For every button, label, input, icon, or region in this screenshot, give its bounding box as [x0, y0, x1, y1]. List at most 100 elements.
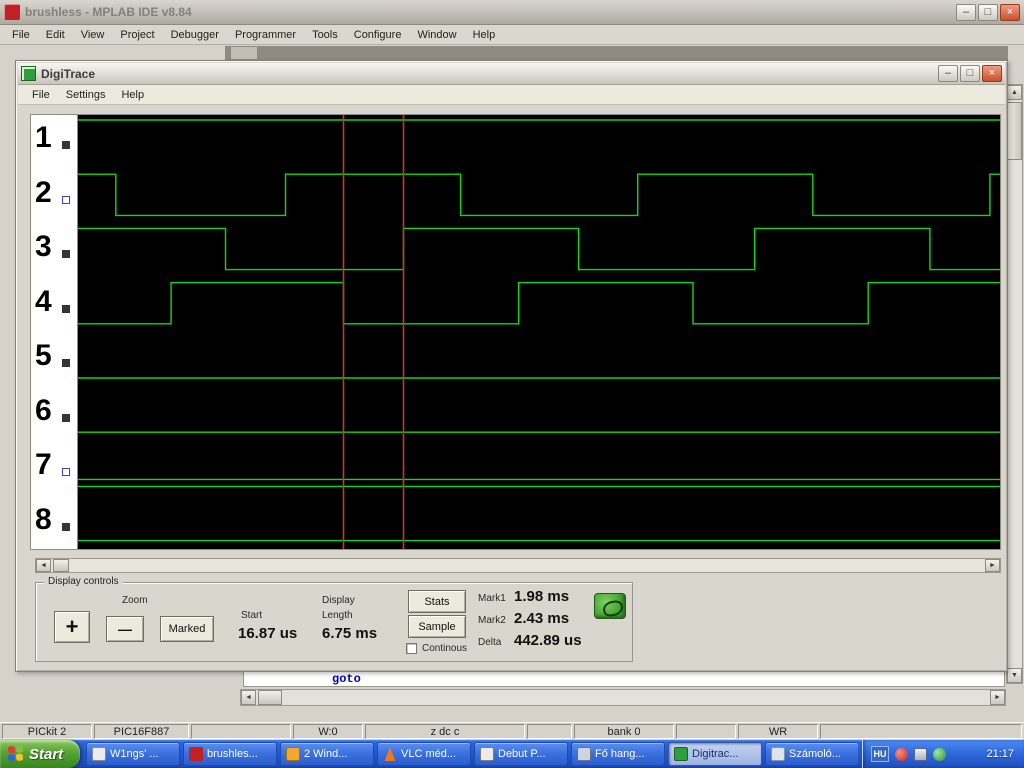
- channel-marker-3[interactable]: [62, 250, 70, 258]
- zoom-out-button[interactable]: —: [106, 616, 144, 642]
- green-status-icon[interactable]: [933, 747, 946, 761]
- channel-marker-8[interactable]: [62, 522, 70, 531]
- taskbar-button-mplab[interactable]: brushles...: [183, 742, 277, 766]
- stats-button[interactable]: Stats: [408, 590, 466, 613]
- mplab-status-bar: PICkit 2 PIC16F887 W:0 z dc c bank 0 WR: [0, 722, 1024, 740]
- debut-icon: [480, 747, 494, 761]
- marked-button[interactable]: Marked: [160, 616, 214, 642]
- trace-scroll-thumb[interactable]: [53, 559, 69, 572]
- zoom-in-button[interactable]: +: [54, 611, 90, 643]
- continous-checkbox[interactable]: [406, 643, 417, 654]
- mplab-menu-programmer[interactable]: Programmer: [227, 27, 304, 43]
- scroll-right-icon[interactable]: ►: [990, 690, 1005, 705]
- scroll-down-icon[interactable]: ▼: [1007, 668, 1022, 683]
- scroll-up-icon[interactable]: ▲: [1007, 85, 1022, 100]
- taskbar-button-calculator[interactable]: Számoló...: [765, 742, 858, 766]
- digitrace-close-button[interactable]: ×: [982, 65, 1002, 82]
- channel-marker-4[interactable]: [62, 304, 70, 313]
- digitrace-menu-settings[interactable]: Settings: [58, 87, 114, 103]
- language-indicator[interactable]: HU: [871, 746, 889, 762]
- editor-horizontal-scrollbar[interactable]: ◄ ►: [240, 689, 1006, 706]
- vlc-cone-icon: [384, 747, 396, 761]
- mplab-menu-window[interactable]: Window: [409, 27, 464, 43]
- taskbar-button-digitrace[interactable]: Digitrac...: [668, 742, 762, 766]
- channel-row-3: 3: [31, 224, 77, 279]
- continous-label: Continous: [422, 643, 468, 654]
- start-label: Start: [241, 610, 263, 621]
- trace-horizontal-scrollbar[interactable]: ◄ ►: [35, 558, 1001, 573]
- volume-icon[interactable]: [914, 747, 927, 761]
- delta-label: Delta: [478, 637, 502, 648]
- mplab-minimize-button[interactable]: –: [956, 3, 976, 21]
- channel-marker-6[interactable]: [62, 413, 70, 422]
- channel-number: 3: [35, 230, 52, 263]
- digitrace-menu-help[interactable]: Help: [113, 87, 152, 103]
- start-value: 16.87 us: [238, 625, 298, 642]
- channel-row-4: 4: [31, 279, 77, 334]
- clock: 21:17: [986, 748, 1014, 760]
- mplab-menu-help[interactable]: Help: [465, 27, 504, 43]
- mark1-label: Mark1: [478, 593, 506, 604]
- mplab-menu-file[interactable]: File: [4, 27, 38, 43]
- status-segment-9: [820, 724, 1022, 739]
- waveform-traces: [78, 115, 1000, 549]
- mark1-value: 1.98 ms: [514, 588, 570, 605]
- scroll-right-icon[interactable]: ►: [985, 559, 1000, 572]
- document-icon: [92, 747, 106, 761]
- digitrace-menu-file[interactable]: File: [24, 87, 58, 103]
- mplab-close-button[interactable]: ×: [1000, 3, 1020, 21]
- mplab-menu-tools[interactable]: Tools: [304, 27, 346, 43]
- speaker-icon: [577, 747, 591, 761]
- red-status-icon[interactable]: [895, 747, 908, 761]
- taskbar-button-folder[interactable]: 2 Wind...: [280, 742, 374, 766]
- status-segment-2: [191, 724, 291, 739]
- taskbar-button-label: W1ngs' ...: [110, 748, 159, 760]
- digitrace-window: DigiTrace – □ × File Settings Help 1 2 3 4 5 6 7…: [15, 60, 1008, 672]
- editor-vertical-scrollbar[interactable]: ▲ ▼: [1006, 84, 1023, 684]
- desktop: brushless - MPLAB IDE v8.84 – □ × File Ed…: [0, 0, 1024, 768]
- channel-label-column: 1 2 3 4 5 6 7 8: [30, 114, 77, 550]
- mplab-window-title: brushless - MPLAB IDE v8.84: [25, 5, 192, 19]
- status-segment-8: WR: [738, 724, 818, 739]
- mplab-maximize-button[interactable]: □: [978, 3, 998, 21]
- mplab-titlebar: brushless - MPLAB IDE v8.84 – □ ×: [0, 0, 1024, 25]
- display-length-label-1: Display: [322, 595, 355, 606]
- start-button[interactable]: Start: [0, 740, 80, 768]
- mark2-label: Mark2: [478, 615, 506, 626]
- editor-code-line[interactable]: goto: [243, 670, 1005, 687]
- waveform-plot[interactable]: [77, 114, 1001, 550]
- delta-value: 442.89 us: [514, 632, 582, 649]
- horizontal-scroll-thumb[interactable]: [258, 690, 282, 705]
- channel-marker-1[interactable]: [62, 141, 70, 149]
- taskbar-button-document[interactable]: W1ngs' ...: [86, 742, 180, 766]
- scroll-left-icon[interactable]: ◄: [241, 690, 256, 705]
- digitrace-minimize-button[interactable]: –: [938, 65, 958, 82]
- mplab-icon: [189, 747, 203, 761]
- channel-marker-2[interactable]: [62, 195, 70, 204]
- display-controls-label: Display controls: [44, 576, 123, 587]
- taskbar-button-debut[interactable]: Debut P...: [474, 742, 568, 766]
- status-segment-5: [527, 724, 572, 739]
- digitrace-window-title: DigiTrace: [41, 66, 96, 81]
- mplab-menu-debugger[interactable]: Debugger: [163, 27, 227, 43]
- status-segment-6: bank 0: [574, 724, 674, 739]
- folder-icon: [286, 747, 300, 761]
- background-toolbar-button: [231, 47, 257, 59]
- taskbar-button-speaker[interactable]: Fő hang...: [571, 742, 665, 766]
- taskbar-button-label: Digitrac...: [692, 748, 739, 760]
- vertical-scroll-track[interactable]: [1007, 160, 1022, 668]
- channel-marker-7[interactable]: [62, 468, 70, 476]
- taskbar-button-vlc-cone[interactable]: VLC méd...: [377, 742, 471, 766]
- channel-marker-5[interactable]: [62, 359, 70, 367]
- digitrace-maximize-button[interactable]: □: [960, 65, 980, 82]
- vertical-scroll-thumb[interactable]: [1007, 102, 1022, 160]
- scroll-left-icon[interactable]: ◄: [36, 559, 51, 572]
- mplab-menu-project[interactable]: Project: [112, 27, 162, 43]
- mplab-menu-view[interactable]: View: [73, 27, 113, 43]
- mplab-menu-edit[interactable]: Edit: [38, 27, 73, 43]
- digitrace-menubar: File Settings Help: [18, 85, 1005, 105]
- status-segment-4: z dc c: [365, 724, 525, 739]
- start-button-label: Start: [29, 745, 64, 763]
- mplab-menu-configure[interactable]: Configure: [346, 27, 410, 43]
- sample-button[interactable]: Sample: [408, 615, 466, 638]
